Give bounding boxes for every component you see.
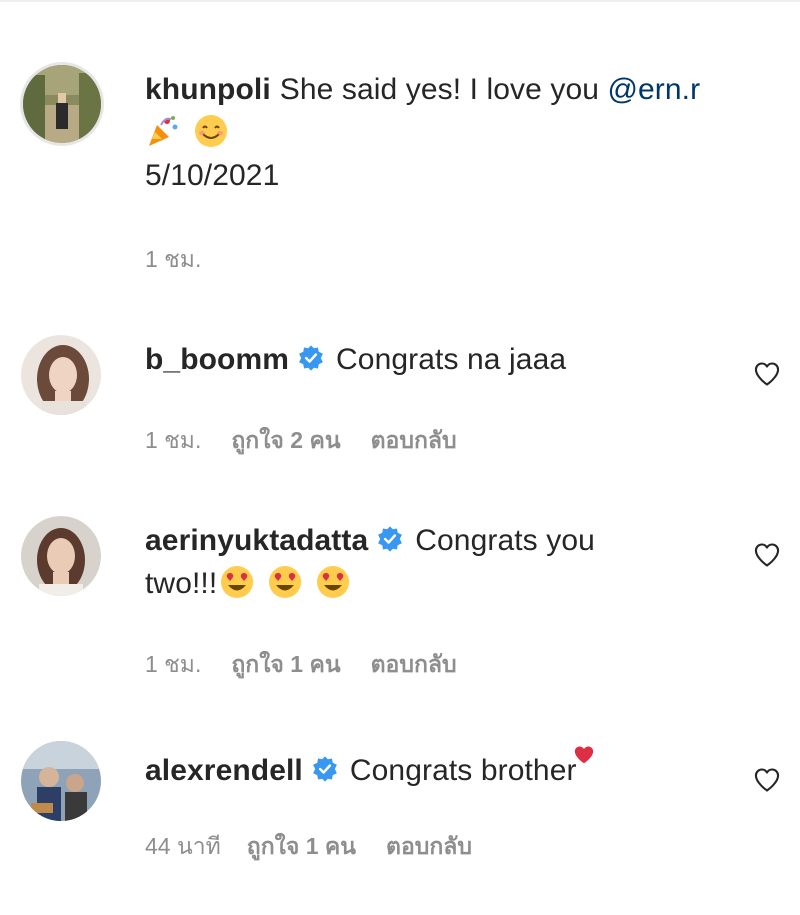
avatar-b-boomm[interactable] xyxy=(21,335,101,415)
heart-outline-icon[interactable] xyxy=(752,541,782,569)
smiling-emoji xyxy=(195,115,228,147)
likes-count[interactable]: ถูกใจ 1 คน xyxy=(231,650,340,678)
likes-count[interactable]: ถูกใจ 2 คน xyxy=(231,426,340,454)
caption-body: She said yes! I love you xyxy=(279,73,608,106)
verified-badge-icon xyxy=(312,756,337,782)
heart-eyes-emoji xyxy=(221,566,254,598)
comment-alexrendell: alexrendell Congrats brother xyxy=(145,744,735,792)
heart-outline-icon[interactable] xyxy=(752,766,782,794)
comment-b-boomm: b_boomm Congrats na jaaa xyxy=(145,338,735,381)
caption-timestamp[interactable]: 1 ชม. xyxy=(145,245,201,273)
caption-date: 5/10/2021 xyxy=(145,159,280,192)
comment-meta: 1 ชม. ถูกใจ 2 คน ตอบกลับ xyxy=(145,426,457,454)
red-heart-emoji xyxy=(574,746,593,764)
heart-eyes-emoji xyxy=(269,566,302,598)
reply-button[interactable]: ตอบกลับ xyxy=(371,650,457,678)
caption-emojis xyxy=(145,115,229,149)
avatar-aerinyuktadatta[interactable] xyxy=(21,516,101,596)
avatar-khunpoli[interactable] xyxy=(20,62,104,146)
likes-count[interactable]: ถูกใจ 1 คน xyxy=(247,832,356,860)
mention-link[interactable]: @ern.r xyxy=(607,73,700,106)
caption-text: khunpoli She said yes! I love you @ern.r … xyxy=(145,68,775,197)
heart-outline-icon[interactable] xyxy=(752,360,782,388)
top-divider xyxy=(0,0,800,2)
comment-body: Congrats brother xyxy=(349,754,577,787)
comment-timestamp[interactable]: 1 ชม. xyxy=(145,650,201,678)
comment-body: Congrats na jaaa xyxy=(336,343,567,376)
comment-username[interactable]: aerinyuktadatta xyxy=(145,524,368,557)
avatar-alexrendell[interactable] xyxy=(21,741,101,821)
verified-badge-icon xyxy=(378,526,403,552)
heart-eyes-emoji xyxy=(317,566,350,598)
comment-meta: 44 นาที ถูกใจ 1 คน ตอบกลับ xyxy=(145,832,472,860)
comment-body-line2: two!!! xyxy=(145,567,218,600)
comment-timestamp[interactable]: 1 ชม. xyxy=(145,426,201,454)
comment-timestamp[interactable]: 44 นาที xyxy=(145,832,221,860)
caption-username[interactable]: khunpoli xyxy=(145,73,271,106)
comment-username[interactable]: b_boomm xyxy=(145,343,289,376)
verified-badge-icon xyxy=(299,345,323,371)
comment-meta: 1 ชม. ถูกใจ 1 คน ตอบกลับ xyxy=(145,650,457,678)
comment-username[interactable]: alexrendell xyxy=(145,754,303,787)
reply-button[interactable]: ตอบกลับ xyxy=(386,832,472,860)
comment-body-line1: Congrats you xyxy=(415,524,595,557)
reply-button[interactable]: ตอบกลับ xyxy=(371,426,457,454)
comment-aerinyuktadatta: aerinyuktadatta Congrats you two!!! xyxy=(145,519,735,605)
party-popper-emoji xyxy=(149,116,178,146)
caption-meta: 1 ชม. xyxy=(145,245,201,273)
